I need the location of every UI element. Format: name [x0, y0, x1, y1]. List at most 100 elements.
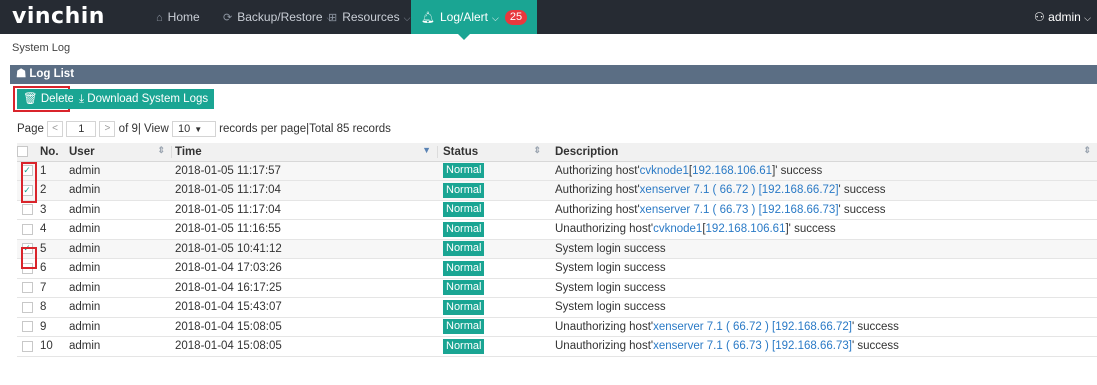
row-checkbox-cell — [17, 336, 37, 357]
nav-home[interactable]: ⌂ Home — [156, 0, 200, 34]
status-badge: Normal — [443, 202, 485, 218]
row-checkbox[interactable] — [21, 301, 33, 313]
top-nav-bar: vinchin ⌂ Home ⟳ Backup/Restore ⌵ ⊞ Resource… — [0, 0, 1097, 34]
table-row[interactable]: 3 admin 2018-01-05 11:17:04 Normal Authorizi… — [17, 200, 1097, 220]
app-logo[interactable]: vinchin — [12, 4, 105, 29]
row-status-cell: Normal — [437, 219, 547, 240]
user-icon: ⚇ — [1034, 10, 1045, 24]
select-all-cell — [17, 143, 37, 162]
header-description[interactable]: Description ⇕ — [547, 143, 1097, 162]
table-row[interactable]: 8 admin 2018-01-04 15:43:07 Normal System lo… — [17, 297, 1097, 318]
row-number: 1 — [37, 161, 67, 181]
row-description: Unauthorizing host'cvknode1[192.168.106.… — [547, 219, 1097, 240]
header-user[interactable]: User ⇕ — [67, 143, 171, 162]
panel-title: Log List — [29, 68, 75, 80]
row-description: Unauthorizing host'xenserver 7.1 ( 66.73… — [547, 336, 1097, 357]
table-row[interactable]: 4 admin 2018-01-05 11:16:55 Normal Unauthori… — [17, 219, 1097, 240]
row-status-cell: Normal — [437, 297, 547, 318]
nav-log-alert[interactable]: 🔔︎ Log/Alert ⌵ 25 — [411, 0, 538, 34]
description-link[interactable]: cvknode1 — [640, 165, 689, 177]
sort-icon: ⇕ — [157, 145, 165, 155]
chevron-down-icon: ⌵ — [403, 13, 411, 23]
table-row[interactable]: 6 admin 2018-01-04 17:03:26 Normal System lo… — [17, 258, 1097, 279]
header-no-label: No. — [40, 145, 59, 158]
table-row[interactable]: ✓ 5 admin 2018-01-05 10:41:12 Normal System l… — [17, 239, 1097, 259]
row-user: admin — [67, 258, 171, 279]
status-badge: Normal — [443, 221, 485, 237]
status-badge: Normal — [443, 319, 485, 335]
select-all-checkbox[interactable] — [17, 146, 28, 158]
download-icon: ⤓ — [79, 93, 85, 105]
table-row[interactable]: 10 admin 2018-01-04 15:08:05 Normal Unauthor… — [17, 336, 1097, 357]
description-link[interactable]: 192.168.106.61 — [706, 223, 786, 235]
description-link[interactable]: xenserver 7.1 ( 66.72 ) — [653, 321, 769, 333]
row-user: admin — [67, 239, 171, 259]
description-link[interactable]: [192.168.66.73] — [772, 340, 852, 352]
header-status[interactable]: Status ⇕ — [437, 143, 547, 162]
row-number: 9 — [37, 317, 67, 337]
description-link[interactable]: cvknode1 — [653, 223, 702, 235]
user-menu[interactable]: ⚇ admin ⌵ — [1034, 0, 1091, 34]
description-text: ' success — [851, 340, 899, 353]
row-description: Authorizing host'xenserver 7.1 ( 66.72 )… — [547, 180, 1097, 201]
header-time[interactable]: Time ▼ — [171, 143, 437, 162]
row-user: admin — [67, 219, 171, 240]
description-text: Unauthorizing host' — [555, 340, 654, 353]
page-number-input[interactable]: 1 — [66, 120, 97, 137]
delete-button[interactable]: 🗑︎ Delete — [17, 89, 81, 109]
row-user: admin — [67, 317, 171, 337]
nav-resources[interactable]: ⊞ Resources ⌵ — [328, 0, 410, 34]
of-pages-label: of 9| View — [118, 123, 169, 135]
row-checkbox[interactable] — [21, 340, 33, 352]
description-link[interactable]: xenserver 7.1 ( 66.73 ) — [653, 340, 769, 352]
row-status-cell: Normal — [437, 200, 547, 220]
row-status-cell: Normal — [437, 336, 547, 357]
row-checkbox[interactable] — [21, 321, 33, 333]
table-row[interactable]: 9 admin 2018-01-04 15:08:05 Normal Unauthori… — [17, 317, 1097, 337]
status-badge: Normal — [443, 299, 485, 315]
description-link[interactable]: [192.168.66.73] — [759, 204, 839, 216]
row-checkbox[interactable] — [21, 282, 33, 294]
home-icon: ⌂ — [156, 12, 163, 24]
row-number: 4 — [37, 219, 67, 240]
row-user: admin — [67, 297, 171, 318]
next-page-button[interactable]: > — [99, 120, 116, 137]
description-link[interactable]: [192.168.66.72] — [772, 321, 852, 333]
table-row[interactable]: 7 admin 2018-01-04 16:17:25 Normal System lo… — [17, 278, 1097, 298]
row-checkbox[interactable] — [21, 204, 33, 216]
per-page-select[interactable]: 10 ▼ — [171, 120, 216, 137]
nav-resources-label: Resources — [342, 10, 400, 24]
row-number: 10 — [37, 336, 67, 357]
row-description: System login success — [547, 297, 1097, 318]
description-link[interactable]: 192.168.106.61 — [692, 165, 772, 177]
row-number: 2 — [37, 180, 67, 201]
chevron-down-icon: ⌵ — [492, 13, 499, 23]
description-link[interactable]: xenserver 7.1 ( 66.72 ) — [640, 184, 756, 196]
delete-label: Delete — [40, 93, 75, 105]
table-row[interactable]: ✓ 1 admin 2018-01-05 11:17:57 Normal Authoriz… — [17, 161, 1097, 181]
alert-count-badge: 25 — [504, 10, 528, 26]
table-row[interactable]: ✓ 2 admin 2018-01-05 11:17:04 Normal Authoriz… — [17, 180, 1097, 201]
row-checkbox[interactable] — [21, 223, 33, 235]
description-link[interactable]: xenserver 7.1 ( 66.73 ) — [640, 204, 756, 216]
row-number: 7 — [37, 278, 67, 298]
table-header-row: No. User ⇕ Time ▼ Status ⇕ Description ⇕ — [17, 143, 1097, 162]
description-text: System login success — [555, 281, 666, 294]
row-time: 2018-01-04 16:17:25 — [171, 278, 437, 298]
prev-page-button[interactable]: < — [47, 120, 64, 137]
nav-backup-restore[interactable]: ⟳ Backup/Restore ⌵ — [223, 0, 333, 34]
status-badge: Normal — [443, 338, 485, 354]
row-status-cell: Normal — [437, 278, 547, 298]
sort-desc-icon: ▼ — [422, 145, 431, 155]
row-user: admin — [67, 161, 171, 181]
row-user: admin — [67, 200, 171, 220]
row-time: 2018-01-04 15:08:05 — [171, 317, 437, 337]
row-status-cell: Normal — [437, 239, 547, 259]
download-system-logs-button[interactable]: ⤓ Download System Logs — [73, 89, 215, 109]
header-time-label: Time — [175, 145, 202, 158]
header-no[interactable]: No. — [37, 143, 67, 162]
description-text: System login success — [555, 301, 666, 314]
description-link[interactable]: [192.168.66.72] — [759, 184, 839, 196]
row-user: admin — [67, 180, 171, 201]
row-time: 2018-01-04 15:08:05 — [171, 336, 437, 357]
